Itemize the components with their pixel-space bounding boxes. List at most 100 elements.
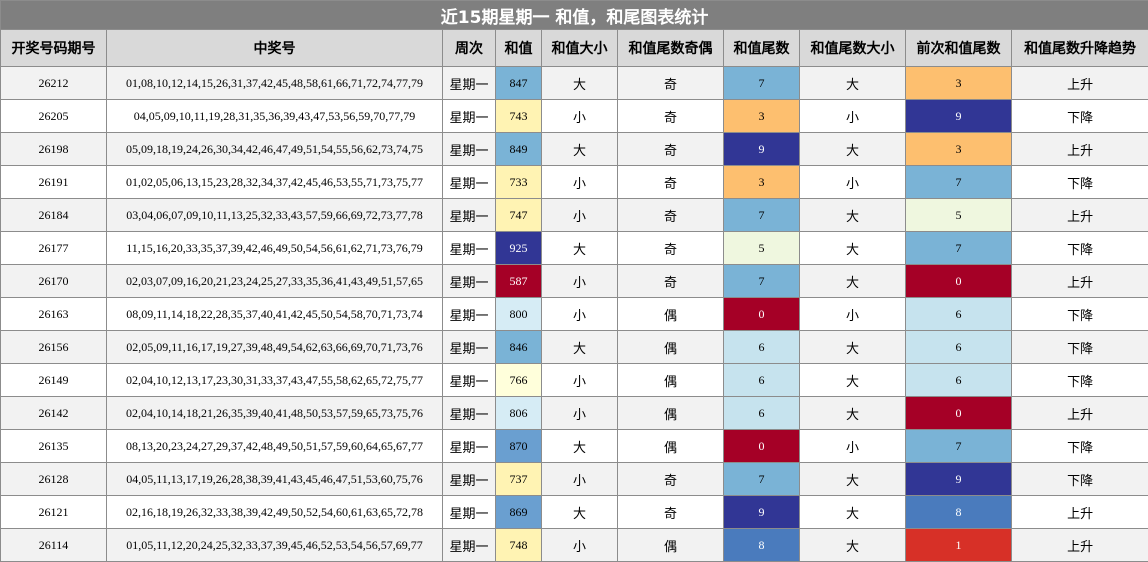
table-body: 2621201,08,10,12,14,15,26,31,37,42,45,48… — [1, 67, 1148, 562]
cell-weekday: 星期一 — [443, 298, 496, 331]
cell-trend: 下降 — [1012, 298, 1148, 331]
cell-numbers: 01,05,11,12,20,24,25,32,33,37,39,45,46,5… — [107, 529, 443, 562]
cell-numbers: 11,15,16,20,33,35,37,39,42,46,49,50,54,5… — [107, 232, 443, 265]
cell-tail-parity: 奇 — [618, 67, 724, 100]
header-weekday: 周次 — [443, 30, 496, 67]
cell-sum: 849 — [496, 133, 542, 166]
cell-issue: 26177 — [1, 232, 107, 265]
cell-prev-tail: 9 — [906, 100, 1012, 133]
cell-weekday: 星期一 — [443, 232, 496, 265]
cell-sum-size: 大 — [542, 232, 618, 265]
header-issue: 开奖号码期号 — [1, 30, 107, 67]
cell-tail-size: 大 — [800, 496, 906, 529]
cell-sum-size: 小 — [542, 265, 618, 298]
cell-trend: 下降 — [1012, 331, 1148, 364]
cell-sum: 743 — [496, 100, 542, 133]
cell-trend: 下降 — [1012, 463, 1148, 496]
cell-numbers: 08,13,20,23,24,27,29,37,42,48,49,50,51,5… — [107, 430, 443, 463]
table-row: 2612102,16,18,19,26,32,33,38,39,42,49,50… — [1, 496, 1148, 529]
cell-prev-tail: 8 — [906, 496, 1012, 529]
cell-sum-size: 小 — [542, 364, 618, 397]
cell-tail-size: 大 — [800, 67, 906, 100]
table-row: 2616308,09,11,14,18,22,28,35,37,40,41,42… — [1, 298, 1148, 331]
cell-weekday: 星期一 — [443, 463, 496, 496]
cell-tail: 3 — [724, 166, 800, 199]
cell-tail-parity: 奇 — [618, 100, 724, 133]
cell-prev-tail: 6 — [906, 298, 1012, 331]
cell-weekday: 星期一 — [443, 331, 496, 364]
cell-numbers: 04,05,09,10,11,19,28,31,35,36,39,43,47,5… — [107, 100, 443, 133]
cell-trend: 下降 — [1012, 166, 1148, 199]
cell-tail: 8 — [724, 529, 800, 562]
cell-numbers: 02,03,07,09,16,20,21,23,24,25,27,33,35,3… — [107, 265, 443, 298]
cell-weekday: 星期一 — [443, 430, 496, 463]
cell-trend: 上升 — [1012, 496, 1148, 529]
cell-sum: 870 — [496, 430, 542, 463]
cell-prev-tail: 6 — [906, 364, 1012, 397]
cell-sum-size: 小 — [542, 463, 618, 496]
cell-tail-size: 大 — [800, 529, 906, 562]
cell-sum: 847 — [496, 67, 542, 100]
cell-weekday: 星期一 — [443, 67, 496, 100]
table-row: 2617002,03,07,09,16,20,21,23,24,25,27,33… — [1, 265, 1148, 298]
cell-sum: 587 — [496, 265, 542, 298]
cell-weekday: 星期一 — [443, 496, 496, 529]
header-numbers: 中奖号 — [107, 30, 443, 67]
cell-tail-size: 大 — [800, 265, 906, 298]
cell-weekday: 星期一 — [443, 364, 496, 397]
cell-prev-tail: 6 — [906, 331, 1012, 364]
cell-sum-size: 小 — [542, 199, 618, 232]
cell-prev-tail: 3 — [906, 67, 1012, 100]
header-sum-size: 和值大小 — [542, 30, 618, 67]
cell-sum-size: 小 — [542, 397, 618, 430]
cell-sum-size: 小 — [542, 298, 618, 331]
table-row: 2615602,05,09,11,16,17,19,27,39,48,49,54… — [1, 331, 1148, 364]
cell-trend: 上升 — [1012, 199, 1148, 232]
header-tail-size: 和值尾数大小 — [800, 30, 906, 67]
cell-tail-size: 大 — [800, 133, 906, 166]
cell-tail-parity: 奇 — [618, 232, 724, 265]
cell-prev-tail: 7 — [906, 232, 1012, 265]
cell-tail-size: 小 — [800, 100, 906, 133]
cell-tail-size: 大 — [800, 232, 906, 265]
table-row: 2614202,04,10,14,18,21,26,35,39,40,41,48… — [1, 397, 1148, 430]
cell-sum: 869 — [496, 496, 542, 529]
cell-prev-tail: 7 — [906, 430, 1012, 463]
cell-tail-size: 大 — [800, 364, 906, 397]
cell-tail-parity: 偶 — [618, 331, 724, 364]
cell-weekday: 星期一 — [443, 529, 496, 562]
cell-tail-parity: 奇 — [618, 265, 724, 298]
cell-trend: 下降 — [1012, 364, 1148, 397]
cell-tail-parity: 奇 — [618, 199, 724, 232]
cell-tail-parity: 奇 — [618, 496, 724, 529]
cell-sum-size: 大 — [542, 430, 618, 463]
cell-tail: 9 — [724, 133, 800, 166]
cell-tail: 9 — [724, 496, 800, 529]
cell-prev-tail: 7 — [906, 166, 1012, 199]
cell-tail-parity: 奇 — [618, 166, 724, 199]
cell-sum: 733 — [496, 166, 542, 199]
cell-tail: 5 — [724, 232, 800, 265]
cell-sum: 806 — [496, 397, 542, 430]
cell-trend: 上升 — [1012, 67, 1148, 100]
table-row: 2619101,02,05,06,13,15,23,28,32,34,37,42… — [1, 166, 1148, 199]
cell-issue: 26121 — [1, 496, 107, 529]
cell-sum: 747 — [496, 199, 542, 232]
table-row: 2619805,09,18,19,24,26,30,34,42,46,47,49… — [1, 133, 1148, 166]
header-sum: 和值 — [496, 30, 542, 67]
cell-sum: 766 — [496, 364, 542, 397]
cell-weekday: 星期一 — [443, 166, 496, 199]
cell-tail: 6 — [724, 331, 800, 364]
cell-issue: 26135 — [1, 430, 107, 463]
table-row: 2614902,04,10,12,13,17,23,30,31,33,37,43… — [1, 364, 1148, 397]
cell-prev-tail: 3 — [906, 133, 1012, 166]
cell-tail-parity: 偶 — [618, 397, 724, 430]
cell-tail: 6 — [724, 364, 800, 397]
cell-trend: 上升 — [1012, 133, 1148, 166]
cell-numbers: 05,09,18,19,24,26,30,34,42,46,47,49,51,5… — [107, 133, 443, 166]
cell-trend: 下降 — [1012, 232, 1148, 265]
stats-table: 近15期星期一 和值，和尾图表统计 开奖号码期号 中奖号 周次 和值 和值大小 … — [0, 0, 1148, 562]
table-title: 近15期星期一 和值，和尾图表统计 — [1, 1, 1148, 30]
cell-issue: 26128 — [1, 463, 107, 496]
cell-issue: 26170 — [1, 265, 107, 298]
